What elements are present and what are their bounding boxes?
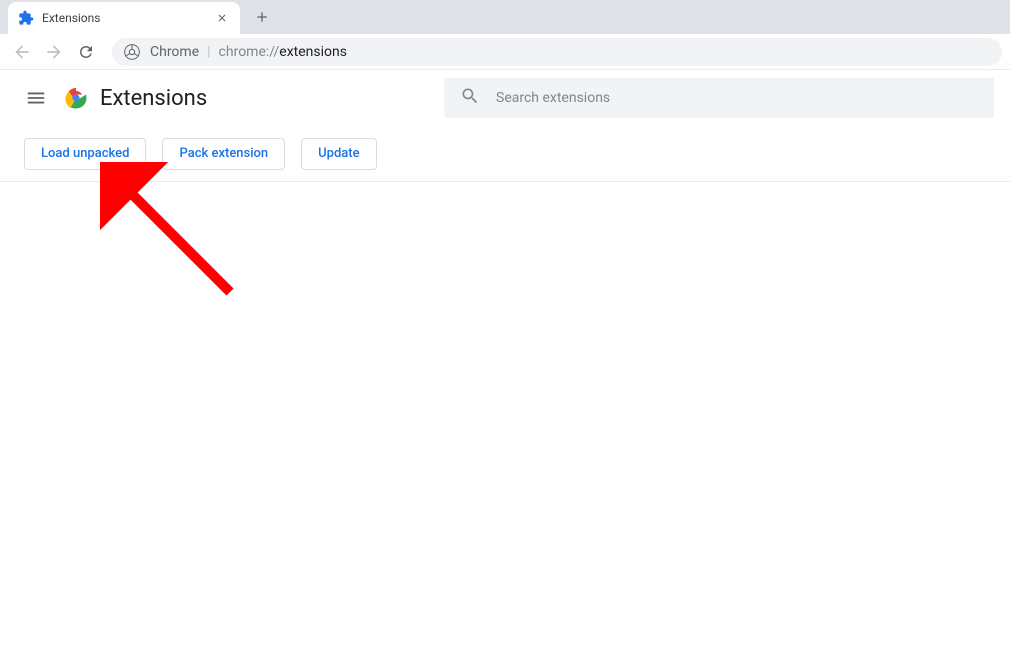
actions-row: Load unpacked Pack extension Update xyxy=(0,126,1010,182)
pack-extension-button[interactable]: Pack extension xyxy=(162,138,285,170)
reload-button[interactable] xyxy=(72,38,100,66)
update-button[interactable]: Update xyxy=(301,138,376,170)
url-path-muted: chrome:// xyxy=(219,44,280,60)
chrome-logo-icon xyxy=(64,86,88,110)
browser-tab[interactable]: Extensions xyxy=(8,2,240,34)
red-arrow-annotation xyxy=(100,162,260,322)
browser-tab-strip: Extensions xyxy=(0,0,1010,34)
tab-close-button[interactable] xyxy=(214,10,230,26)
search-input[interactable] xyxy=(496,90,978,106)
hamburger-icon xyxy=(25,87,47,109)
load-unpacked-button[interactable]: Load unpacked xyxy=(24,138,146,170)
chrome-small-icon xyxy=(124,44,140,60)
back-button[interactable] xyxy=(8,38,36,66)
page-title: Extensions xyxy=(100,86,207,111)
new-tab-button[interactable] xyxy=(248,3,276,31)
extension-puzzle-icon xyxy=(18,10,34,26)
url-path-bold: extensions xyxy=(279,44,347,60)
extensions-header: Extensions xyxy=(0,70,1010,126)
main-menu-button[interactable] xyxy=(16,78,56,118)
forward-button[interactable] xyxy=(40,38,68,66)
url-divider: | xyxy=(207,44,210,60)
search-container[interactable] xyxy=(444,78,994,118)
address-bar[interactable]: Chrome | chrome://extensions xyxy=(112,38,1002,66)
tab-title: Extensions xyxy=(42,11,214,25)
browser-toolbar: Chrome | chrome://extensions xyxy=(0,34,1010,70)
search-icon xyxy=(460,86,480,110)
url-prefix: Chrome xyxy=(150,44,199,60)
